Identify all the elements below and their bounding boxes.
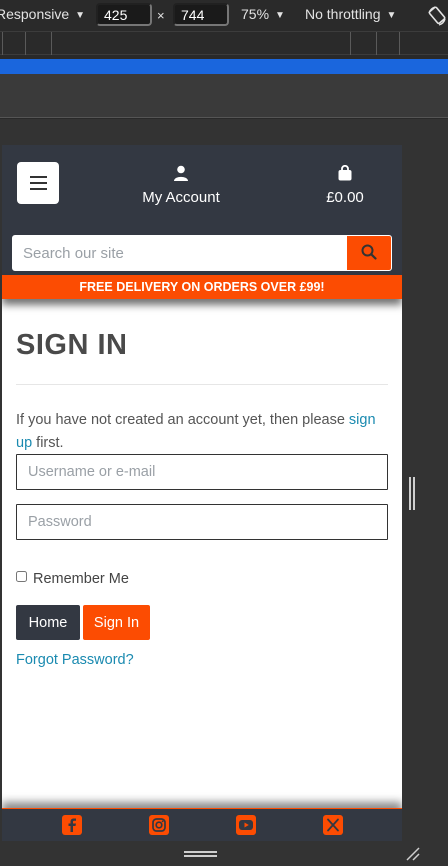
- ruler-tick: [51, 32, 52, 55]
- devtools-device-toolbar: Responsive ▼ × 75% ▼ No throttling ▼: [0, 0, 448, 31]
- site-header: My Account £0.00: [2, 145, 402, 275]
- search-bar: [12, 235, 392, 271]
- chevron-down-icon: ▼: [275, 10, 285, 21]
- menu-line: [30, 182, 47, 184]
- devtools-gutter: [0, 74, 448, 118]
- password-field[interactable]: [16, 504, 388, 540]
- menu-line: [30, 176, 47, 178]
- device-mode-label: Responsive: [0, 6, 70, 22]
- remember-me-label: Remember Me: [33, 571, 129, 587]
- home-button[interactable]: Home: [16, 605, 80, 640]
- bag-total: £0.00: [326, 189, 364, 206]
- search-icon: [361, 244, 377, 260]
- media-query-ruler: [0, 31, 448, 55]
- shopping-bag-icon: [338, 164, 352, 181]
- viewport-width-drag-handle[interactable]: [409, 477, 415, 510]
- chevron-down-icon: ▼: [386, 10, 397, 21]
- instagram-icon[interactable]: [149, 815, 169, 835]
- throttling-label: No throttling: [305, 6, 381, 22]
- signup-prompt-suffix: first.: [32, 435, 64, 451]
- remember-me-option[interactable]: Remember Me: [16, 571, 129, 587]
- site-footer: [2, 808, 402, 841]
- viewport-height-drag-handle[interactable]: [184, 851, 217, 857]
- rotate-icon[interactable]: [426, 5, 448, 27]
- resize-corner-icon[interactable]: [404, 845, 422, 863]
- chevron-down-icon: ▼: [75, 10, 86, 21]
- ruler-tick: [25, 32, 26, 55]
- hamburger-menu-button[interactable]: [17, 162, 59, 204]
- facebook-icon[interactable]: [62, 815, 82, 835]
- user-icon: [174, 165, 188, 181]
- dimension-separator: ×: [157, 8, 165, 23]
- media-query-bar[interactable]: [0, 59, 448, 74]
- search-button[interactable]: [347, 236, 391, 270]
- throttling-dropdown[interactable]: No throttling ▼: [305, 6, 396, 22]
- shopping-bag-link[interactable]: £0.00: [315, 164, 375, 206]
- account-label: My Account: [142, 189, 220, 206]
- zoom-dropdown[interactable]: 75% ▼: [241, 6, 285, 22]
- search-input[interactable]: [13, 236, 347, 270]
- signup-prompt-text: If you have not created an account yet, …: [16, 412, 349, 428]
- youtube-icon[interactable]: [236, 815, 256, 835]
- signup-prompt: If you have not created an account yet, …: [16, 409, 388, 455]
- username-field[interactable]: [16, 454, 388, 490]
- sign-in-button[interactable]: Sign In: [83, 605, 150, 640]
- menu-line: [30, 188, 47, 190]
- x-icon[interactable]: [323, 815, 343, 835]
- ruler-tick: [350, 32, 351, 55]
- free-delivery-banner: FREE DELIVERY ON ORDERS OVER £99!: [2, 275, 402, 299]
- ruler-tick: [399, 32, 400, 55]
- ruler-tick: [2, 32, 3, 55]
- emulated-viewport: My Account £0.00 FREE DELIVERY ON ORDERS…: [2, 145, 402, 841]
- device-mode-dropdown[interactable]: Responsive ▼: [0, 6, 85, 22]
- ruler-tick: [376, 32, 377, 55]
- remember-me-checkbox[interactable]: [16, 571, 27, 582]
- divider: [16, 384, 388, 385]
- viewport-height-input[interactable]: [173, 3, 229, 26]
- forgot-password-link[interactable]: Forgot Password?: [16, 652, 134, 668]
- zoom-label: 75%: [241, 6, 270, 22]
- page-title: SIGN IN: [16, 329, 128, 361]
- my-account-link[interactable]: My Account: [122, 165, 240, 206]
- viewport-width-input[interactable]: [96, 3, 152, 26]
